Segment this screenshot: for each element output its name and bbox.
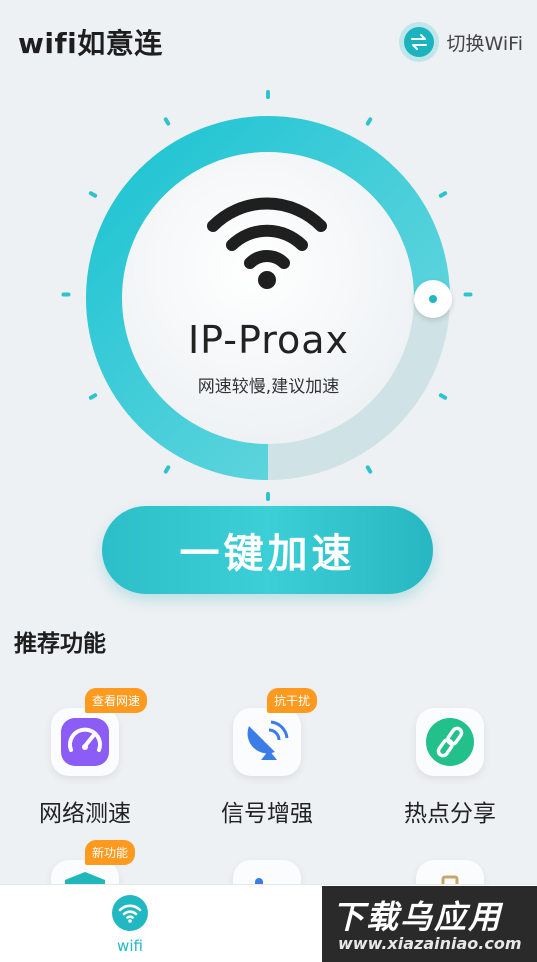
feature-label: 信号增强	[221, 801, 313, 827]
network-status: 网速较慢,建议加速	[197, 377, 340, 397]
feature-label: 热点分享	[404, 801, 496, 827]
feature-badge: 新功能	[85, 840, 136, 865]
speedometer-icon	[61, 718, 109, 766]
watermark-title: 下载乌应用	[332, 898, 503, 936]
gauge-tick	[463, 292, 473, 297]
gauge-tick	[163, 464, 171, 475]
network-name: IP-Proax	[187, 318, 350, 362]
wifi-icon	[112, 895, 148, 931]
app-header: wifi如意连 切换WiFi	[0, 0, 537, 84]
gauge-tick	[266, 492, 270, 501]
feature-speed-test[interactable]: 查看网速 网络测速	[0, 688, 175, 828]
link-icon	[426, 718, 474, 766]
section-title: 推荐功能	[14, 631, 106, 657]
wifi-icon	[207, 197, 327, 289]
gauge-tick	[365, 116, 373, 127]
gauge-knob	[414, 280, 452, 318]
switch-wifi-button[interactable]: 切换WiFi	[398, 22, 523, 62]
feature-hotspot-share[interactable]: 热点分享	[360, 708, 537, 828]
gauge-tick	[438, 190, 448, 199]
gauge-tick	[163, 116, 171, 127]
app-title: wifi如意连	[18, 27, 163, 60]
one-click-boost-button[interactable]: 一键加速	[102, 506, 433, 594]
nav-label-wifi: wifi	[117, 937, 143, 955]
feature-signal-boost[interactable]: 抗干扰 信号增强	[177, 688, 357, 828]
nav-item-wifi[interactable]: wifi	[100, 895, 160, 955]
gauge-tick	[61, 292, 71, 297]
satellite-dish-icon	[247, 720, 289, 760]
watermark: 下载乌应用 www.xiazainiao.com	[322, 886, 537, 962]
swap-arrows-icon	[398, 22, 439, 62]
feature-label: 网络测速	[39, 801, 131, 827]
watermark-url: www.xiazainiao.com	[338, 934, 522, 953]
gauge-tick	[365, 464, 373, 475]
switch-wifi-label: 切换WiFi	[446, 32, 523, 55]
feature-badge: 查看网速	[85, 688, 148, 713]
signal-gauge	[52, 82, 484, 514]
feature-badge: 抗干扰	[267, 688, 318, 713]
gauge-tick	[266, 90, 270, 99]
gauge-tick	[88, 190, 98, 199]
